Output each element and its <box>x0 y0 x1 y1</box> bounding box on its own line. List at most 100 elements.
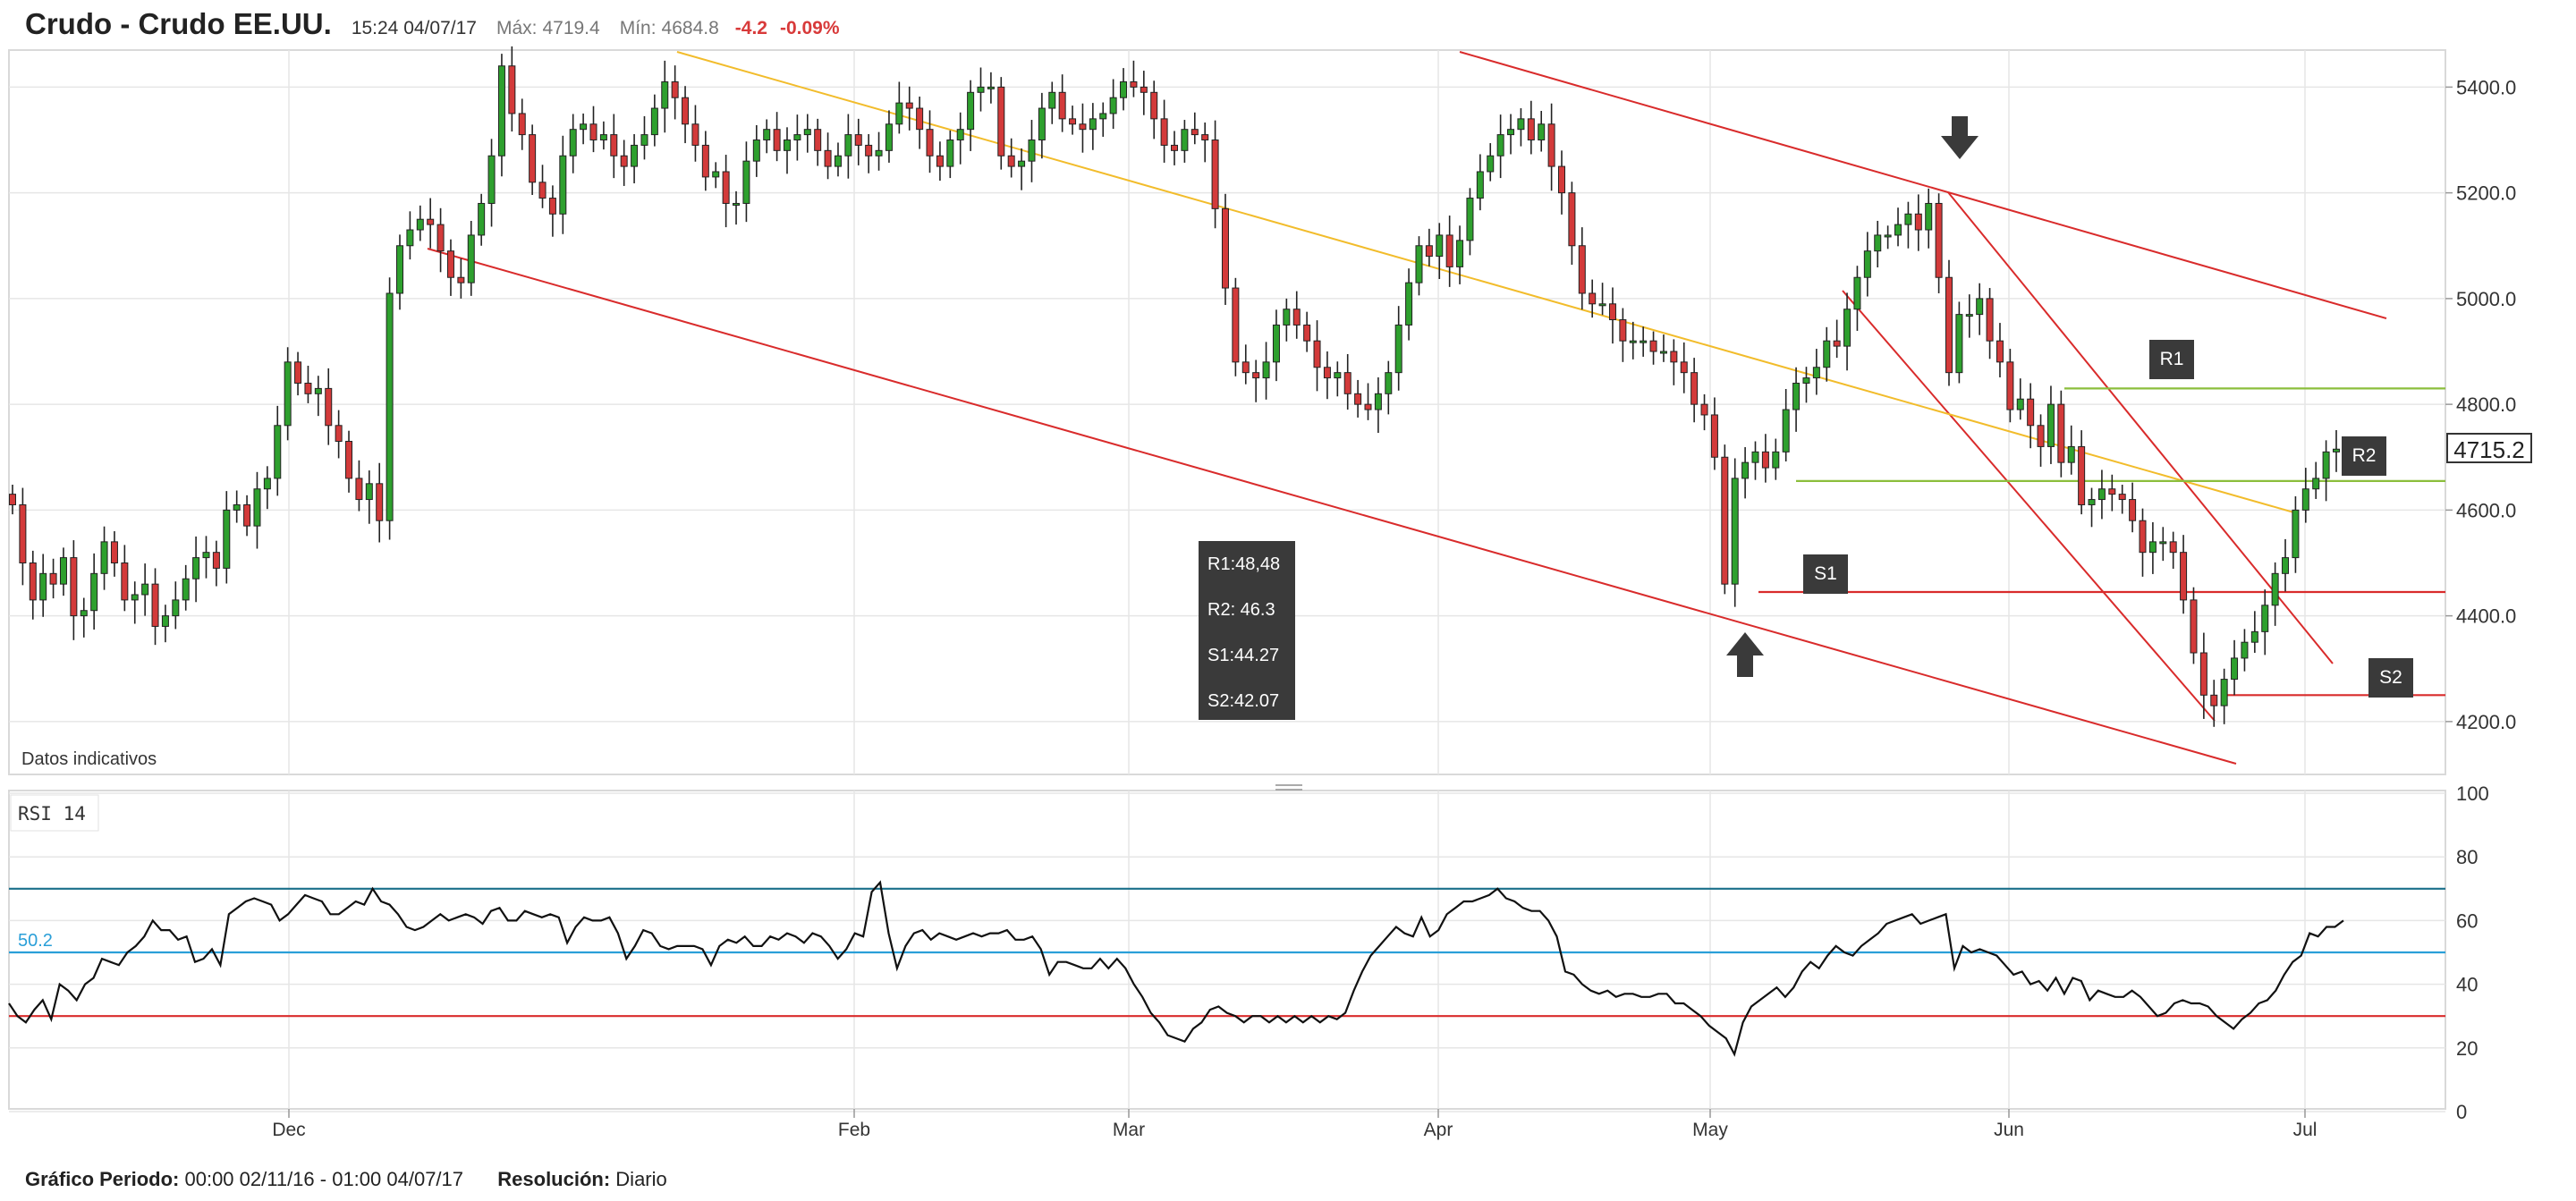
candle-body <box>9 494 16 505</box>
candle-body <box>1874 234 1882 252</box>
candle-body <box>2027 398 2035 427</box>
candle-body <box>2169 541 2177 554</box>
candle-body <box>1935 202 1943 278</box>
candle-body <box>1394 324 1402 374</box>
candle-body <box>1619 319 1627 342</box>
candle-body <box>895 102 903 125</box>
candle-body <box>1415 245 1423 283</box>
candle-body <box>1048 91 1056 109</box>
candle-body <box>80 610 88 617</box>
candle-body <box>2078 445 2086 505</box>
candle-body <box>1456 240 1464 267</box>
candle-body <box>1996 340 2004 363</box>
candle <box>1945 259 1953 386</box>
candle-body <box>212 552 220 569</box>
candle-body <box>1670 351 1678 363</box>
rsi-panel <box>8 790 2446 1110</box>
candle-body <box>1292 309 1301 326</box>
candle-body <box>2057 403 2065 463</box>
candle-body <box>916 107 924 131</box>
candle-body <box>1710 414 1718 458</box>
candle-body <box>1608 303 1616 321</box>
candle-body <box>1578 245 1586 294</box>
candle-body <box>1323 367 1331 379</box>
candle-body <box>1476 171 1484 199</box>
candle-body <box>2292 509 2300 559</box>
candle-body <box>1884 234 1892 238</box>
candle-body <box>2231 657 2239 681</box>
candle-body <box>793 134 801 141</box>
candle-body <box>1751 451 1759 463</box>
candle-body <box>1160 118 1168 146</box>
candle-body <box>650 107 658 136</box>
candle-body <box>253 488 261 527</box>
candle-body <box>1629 340 1637 343</box>
candle-body <box>733 202 741 206</box>
level-r1: R1:48,48 <box>1208 554 1281 574</box>
candle-body <box>1436 234 1444 258</box>
candle-body <box>997 86 1005 156</box>
candle-body <box>2016 398 2024 410</box>
level-r2: R2: 46.3 <box>1208 600 1275 620</box>
candle-body <box>1772 451 1780 469</box>
candle-body <box>243 503 251 527</box>
candle-body <box>131 594 139 601</box>
candle-body <box>784 140 791 151</box>
level-s2: S2:42.07 <box>1208 691 1280 711</box>
candle-body <box>559 155 567 215</box>
panel-resize-handle[interactable] <box>1275 784 1302 791</box>
candle-body <box>1833 340 1841 347</box>
candle-body <box>335 425 343 443</box>
candle-body <box>223 509 231 569</box>
month-label: Dec <box>272 1120 305 1140</box>
candle-body <box>1089 118 1097 131</box>
candle-body <box>824 149 832 167</box>
candle-body <box>1425 245 1433 258</box>
candle-body <box>1120 80 1128 98</box>
candle-body <box>599 134 607 141</box>
candle-body <box>936 155 944 167</box>
candle-body <box>497 65 505 156</box>
candle-body <box>875 149 883 156</box>
rsi-tick-label: 100 <box>2456 782 2489 805</box>
candle-body <box>2129 499 2137 521</box>
candle-body <box>345 441 353 479</box>
candle-body <box>1405 282 1413 326</box>
candle-body <box>233 503 241 511</box>
candle-body <box>141 583 149 596</box>
price-tick-label: 5000.0 <box>2456 288 2516 310</box>
candle-body <box>1812 367 1820 379</box>
price-tick-label: 4200.0 <box>2456 711 2516 733</box>
candle-body <box>90 572 98 612</box>
candle-body <box>1079 123 1087 131</box>
candle-body <box>682 97 690 125</box>
candle-body <box>1445 234 1453 267</box>
candle-body <box>2118 494 2126 501</box>
candle-body <box>487 155 496 204</box>
candle-body <box>1385 372 1393 394</box>
candle-body <box>865 144 873 156</box>
candle-body <box>1262 361 1270 379</box>
price-tick-label: 5400.0 <box>2456 76 2516 98</box>
levels-box: R1:48,48 R2: 46.3 S1:44.27 S2:42.07 <box>1199 541 1295 720</box>
rsi-label: RSI 14 <box>18 803 86 825</box>
candle-body <box>110 541 118 564</box>
candle-body <box>1863 250 1871 278</box>
candle-body <box>2046 403 2055 447</box>
candle-body <box>2271 572 2279 606</box>
period-label: Gráfico Periodo: <box>25 1168 180 1190</box>
candle-body <box>712 171 720 178</box>
candle-body <box>274 425 282 479</box>
month-label: Jun <box>1994 1120 2024 1140</box>
month-label: May <box>1692 1120 1728 1140</box>
rsi-tick-label: 0 <box>2456 1101 2467 1123</box>
candle-body <box>1140 86 1148 93</box>
candle-body <box>1334 372 1342 379</box>
candle-body <box>1303 324 1311 342</box>
candle-body <box>100 541 108 574</box>
candle-body <box>2067 445 2075 463</box>
candle-body <box>1680 361 1688 374</box>
candle-body <box>854 134 862 146</box>
candle-body <box>192 557 200 579</box>
month-label: Apr <box>1424 1120 1453 1140</box>
